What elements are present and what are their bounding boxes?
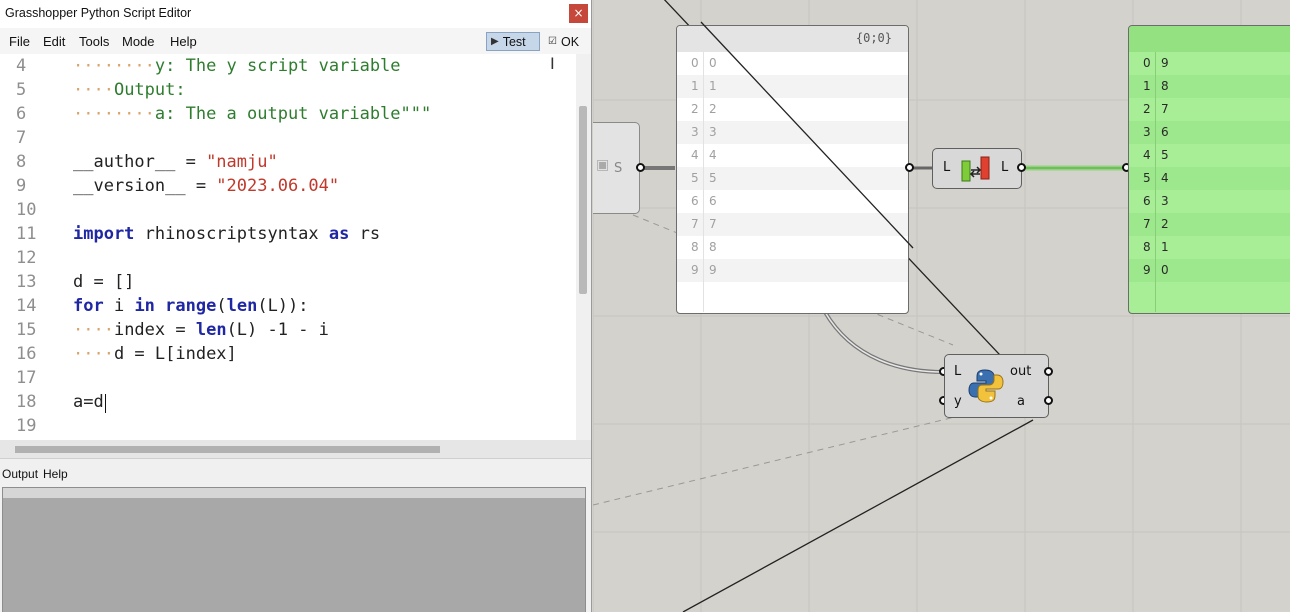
list-item: 36 [1129,121,1290,144]
list-item: 63 [1143,194,1169,208]
output-port-out[interactable] [1044,367,1053,376]
tab-output[interactable]: Output [2,467,38,481]
line-number: 13 [16,272,37,292]
panel-header [1129,26,1290,52]
list-item: 90 [1129,259,1290,282]
output-label: L [1001,160,1009,175]
code-line: ····d = L[index] [73,344,237,364]
list-item: 27 [1143,102,1169,116]
menu-file[interactable]: File [9,34,30,49]
code-line: ····index = len(L) -1 - i [73,320,329,340]
line-number-gutter: 4 5 6 7 8 9 10 11 12 13 14 15 16 17 18 1… [0,54,60,440]
line-number: 19 [16,416,37,436]
horizontal-scrollbar[interactable] [0,440,591,458]
input-label-y: y [954,394,962,409]
ok-label: OK [560,34,580,49]
window-title: Grasshopper Python Script Editor [5,6,192,20]
text-caret [105,394,106,413]
code-line: ········a: The a output variable""" [73,104,432,124]
line-number: 14 [16,296,37,316]
output-panel: Output Help [0,458,591,612]
reverse-list-icon [961,156,990,182]
line-number: 16 [16,344,37,364]
line-number: 9 [16,176,27,196]
code-editor[interactable]: 4 5 6 7 8 9 10 11 12 13 14 15 16 17 18 1… [0,54,576,440]
input-label: L [943,160,951,175]
menu-help[interactable]: Help [170,34,197,49]
menu-mode[interactable]: Mode [122,34,155,49]
line-number: 18 [16,392,37,412]
output-label-out: out [1010,364,1032,379]
code-line: ····Output: [73,80,186,100]
code-line: d = [] [73,272,135,292]
line-number: 6 [16,104,27,124]
play-icon: ▶ [491,36,499,47]
tab-help[interactable]: Help [43,467,68,481]
code-line: a=d [73,392,104,412]
test-label: Test [502,34,526,49]
vertical-scrollbar[interactable] [576,54,591,440]
line-number: 5 [16,80,27,100]
list-item: 54 [1129,167,1290,190]
line-number: 8 [16,152,27,172]
panel-divider [1155,52,1156,312]
code-line: __author__ = "namju" [73,152,278,172]
title-bar: Grasshopper Python Script Editor × [0,0,591,28]
line-number: 12 [16,248,37,268]
output-label-a: a [1017,394,1025,409]
list-item: 72 [1129,213,1290,236]
output-panel-node[interactable]: 09 18 27 36 45 54 63 72 81 90 [1128,25,1290,314]
list-item: 45 [1143,148,1169,162]
line-number: 11 [16,224,37,244]
input-port[interactable] [905,163,914,172]
ok-button[interactable]: ☑ OK [544,32,586,51]
reverse-list-component[interactable]: L L [932,148,1022,189]
close-button[interactable]: × [569,4,588,23]
code-line: import rhinoscriptsyntax as rs [73,224,381,244]
code-line: for i in range(len(L)): [73,296,309,316]
line-number: 10 [16,200,37,220]
python-icon [968,369,1004,403]
line-number: 4 [16,56,27,76]
horizontal-scroll-thumb[interactable] [15,446,440,453]
output-port-a[interactable] [1044,396,1053,405]
python-script-component[interactable]: L y out a [944,354,1049,418]
menu-edit[interactable]: Edit [43,34,65,49]
input-label-L: L [954,364,962,379]
vertical-scroll-thumb[interactable] [579,106,587,294]
grasshopper-canvas[interactable]: S ▣ {0;0} 00 11 22 33 44 55 66 77 88 99 [593,0,1290,612]
output-port[interactable] [1017,163,1026,172]
code-line: __version__ = "2023.06.04" [73,176,340,196]
list-item: 09 [1143,56,1169,70]
list-item: 18 [1129,75,1290,98]
menu-bar: File Edit Tools Mode Help ▶ Test ☑ OK [0,28,591,54]
code-line: ········y: The y script variable [73,56,401,76]
output-area[interactable] [2,487,586,612]
text-cursor-icon: I [550,54,555,73]
output-area-header [3,488,585,498]
test-button[interactable]: ▶ Test [486,32,540,51]
list-item: 81 [1143,240,1169,254]
menu-tools[interactable]: Tools [79,34,109,49]
line-number: 7 [16,128,27,148]
script-editor-window: Grasshopper Python Script Editor × File … [0,0,592,612]
line-number: 17 [16,368,37,388]
line-number: 15 [16,320,37,340]
checkbox-check-icon: ☑ [548,36,557,47]
